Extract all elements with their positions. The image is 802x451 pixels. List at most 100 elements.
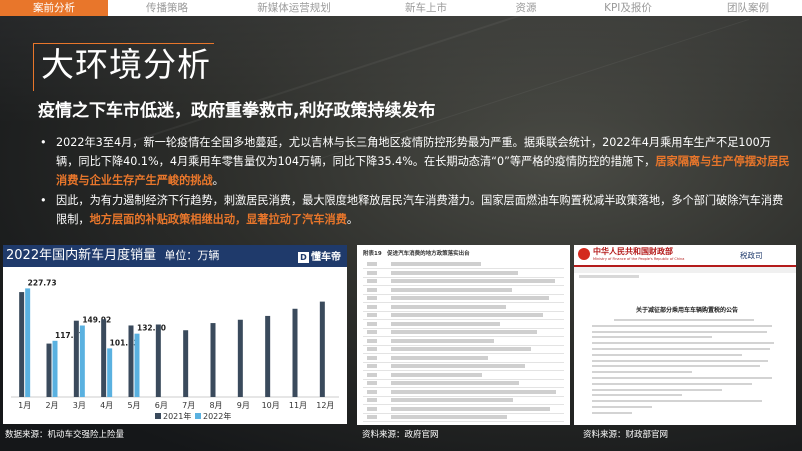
bullet-dot: • [40, 194, 47, 207]
data-label: 117.87 [55, 331, 84, 340]
table-row [363, 363, 564, 371]
tab-resources[interactable]: 资源 [490, 0, 562, 16]
text-line [592, 411, 632, 414]
text-line [592, 371, 692, 374]
bar-2021 [183, 330, 189, 397]
text-line [592, 330, 767, 333]
x-tick-label: 6月 [155, 401, 168, 410]
policy-table-image: 附表19 促进汽车消费的地方政策落实出台 [357, 245, 570, 425]
table-cell [391, 355, 488, 360]
table-cell [391, 415, 507, 419]
data-label: 132.80 [137, 324, 166, 333]
table-cell [391, 296, 549, 300]
table-row [363, 380, 564, 388]
site-navbar [574, 267, 796, 273]
table-cell [367, 389, 377, 394]
bar-2022 [79, 325, 85, 397]
sales-chart-panel: 2022年国内新车月度销量 单位：万辆 D 懂车帝 227.73 1月 117.87 2… [3, 245, 347, 424]
bar-2021 [155, 324, 161, 397]
legend-label: 2022年 [203, 411, 231, 421]
bar-2021 [319, 301, 325, 397]
table-cell [367, 287, 377, 292]
mof-header: 中华人民共和国财政部 Ministry of Finance of the Pe… [574, 245, 796, 267]
bar-2021 [265, 315, 271, 397]
bullet-end: 。 [346, 213, 359, 226]
x-tick-label: 12月 [316, 401, 334, 410]
text-line [592, 388, 722, 391]
top-nav: 案前分析 传播策略 新媒体运营规划 新车上市 资源 KPI及报价 团队案例 [0, 0, 802, 16]
page-title: 大环境分析 [41, 45, 211, 84]
tab-strategy[interactable]: 传播策略 [108, 0, 226, 16]
data-label: 101.93 [110, 338, 139, 347]
ministry-name: 中华人民共和国财政部 [593, 247, 673, 256]
text-line [592, 394, 682, 397]
table-row [363, 414, 564, 422]
bar-2021 [101, 319, 107, 397]
table-cell [391, 347, 531, 351]
text-line [592, 348, 770, 350]
table-cell [391, 381, 519, 385]
table-cell [391, 372, 482, 377]
text-line [592, 342, 774, 345]
bullet-list: • 2022年3至4月，新一轮疫情在全国多地蔓延，尤以吉林与长三角地区疫情防控形… [40, 133, 790, 230]
bar-2021 [292, 308, 298, 397]
bar-2022 [25, 288, 31, 397]
bullet-highlight: 地方层面的补贴政策相继出动，显著拉动了汽车消费 [89, 213, 347, 226]
table-row [363, 406, 564, 414]
bullet-dot: • [40, 136, 47, 149]
table-cell [391, 330, 537, 334]
table-row [363, 304, 564, 312]
text-line [592, 382, 752, 385]
table-cell [367, 330, 377, 334]
table-cell [367, 364, 377, 368]
table-cell [367, 355, 377, 360]
bar-2022 [107, 348, 113, 397]
table-cell [367, 321, 377, 326]
doc2-source: 资料来源：财政部官网 [583, 430, 669, 440]
table-cell [367, 262, 377, 266]
tab-new-media[interactable]: 新媒体运营规划 [226, 0, 362, 16]
table-cell [391, 389, 556, 394]
bullet-item-1: • 2022年3至4月，新一轮疫情在全国多地蔓延，尤以吉林与长三角地区疫情防控形… [40, 133, 790, 190]
bar-2022 [134, 333, 140, 397]
text-line [592, 324, 772, 327]
x-tick-label: 5月 [127, 401, 140, 410]
legend-swatch [195, 413, 201, 419]
legend-label: 2021年 [163, 411, 191, 421]
tab-analysis[interactable]: 案前分析 [0, 0, 108, 16]
table-row [363, 261, 564, 269]
tab-launch[interactable]: 新车上市 [362, 0, 490, 16]
table-row [363, 338, 564, 346]
table-cell [391, 406, 550, 411]
tab-cases[interactable]: 团队案例 [694, 0, 802, 16]
x-tick-label: 10月 [262, 401, 280, 410]
chart-unit: 单位：万辆 [164, 249, 220, 262]
table-cell [367, 347, 377, 351]
bar-2021 [237, 319, 243, 397]
bar-2022 [52, 340, 58, 397]
x-tick-label: 1月 [18, 401, 31, 410]
data-label: 227.73 [28, 278, 57, 287]
national-emblem-icon [578, 248, 590, 260]
table-cell [367, 398, 377, 402]
text-line [592, 359, 768, 362]
table-row [363, 312, 564, 320]
table-caption: 附表19 促进汽车消费的地方政策落实出台 [363, 251, 470, 257]
table-cell [391, 321, 500, 326]
bullet-item-2: • 因此，为有力遏制经济下行趋势，刺激居民消费，最大限度地释放居民汽车消费潜力。… [40, 191, 790, 229]
tab-kpi[interactable]: KPI及报价 [562, 0, 694, 16]
chart-header: 2022年国内新车月度销量 单位：万辆 D 懂车帝 [3, 245, 347, 267]
text-line [614, 319, 754, 321]
bar-2021 [73, 320, 79, 397]
notice-title: 关于减征部分乘用车车辆购置税的公告 [635, 307, 738, 314]
chart-title-text: 2022年国内新车月度销量 [6, 248, 157, 263]
mof-notice-image: 中华人民共和国财政部 Ministry of Finance of the Pe… [574, 245, 796, 425]
table-row [363, 278, 564, 286]
table-row [363, 295, 564, 303]
table-cell [391, 304, 506, 309]
table-cell [391, 262, 481, 266]
table-cell [391, 338, 494, 343]
table-cell [367, 279, 377, 283]
chart-source: 数据来源：机动车交强险上险量 [5, 430, 125, 440]
logo-mark: D [298, 251, 309, 263]
